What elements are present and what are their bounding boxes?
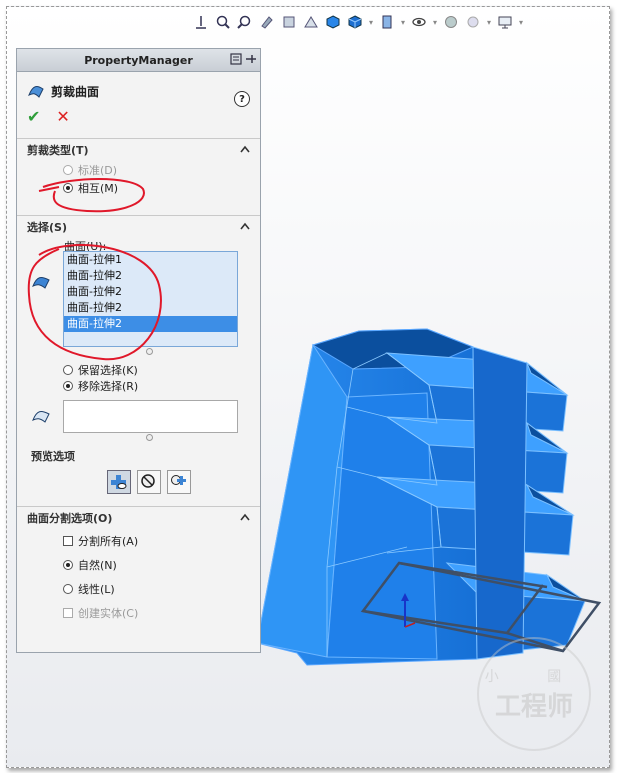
caret-down-icon[interactable]: ▾ bbox=[517, 12, 525, 32]
caret-down-icon[interactable]: ▾ bbox=[399, 12, 407, 32]
radio-mutual-label: 相互(M) bbox=[78, 182, 119, 195]
selection-header[interactable]: 选择(S) bbox=[17, 216, 260, 238]
help-icon[interactable]: ? bbox=[234, 91, 250, 107]
trim-type-header[interactable]: 剪裁类型(T) bbox=[17, 139, 260, 161]
zoom-to-area-icon[interactable] bbox=[235, 12, 255, 32]
window-frame: ▾ ▾ ▾ ▾ ▾ PropertyManager 剪裁曲面 ? ✔ ✕ 剪裁类… bbox=[6, 6, 610, 768]
view-cube-icon[interactable] bbox=[323, 12, 343, 32]
graphics-viewport[interactable]: ▾ ▾ ▾ ▾ ▾ PropertyManager 剪裁曲面 ? ✔ ✕ 剪裁类… bbox=[7, 7, 609, 767]
scene-icon[interactable] bbox=[463, 12, 483, 32]
previous-view-icon[interactable] bbox=[257, 12, 277, 32]
trim-surface-icon bbox=[28, 86, 44, 98]
radio-linear-label: 线性(L) bbox=[78, 583, 115, 596]
radio-remove-selection[interactable]: 移除选择(R) bbox=[63, 377, 138, 395]
list-item-selected[interactable]: 曲面-拉伸2 bbox=[64, 316, 237, 332]
split-options-header-label: 曲面分割选项(O) bbox=[27, 512, 113, 525]
property-manager-title: PropertyManager bbox=[17, 49, 260, 72]
trim-type-group: 剪裁类型(T) 标准(D) 相互(M) bbox=[17, 138, 260, 215]
caret-down-icon[interactable]: ▾ bbox=[367, 12, 375, 32]
radio-natural-button[interactable] bbox=[63, 560, 73, 570]
show-included-icon[interactable] bbox=[107, 470, 131, 494]
caret-down-icon[interactable]: ▾ bbox=[485, 12, 493, 32]
cancel-button[interactable]: ✕ bbox=[56, 107, 69, 126]
pieces-select-icon bbox=[32, 411, 50, 423]
radio-linear[interactable]: 线性(L) bbox=[17, 577, 260, 601]
split-options-group: 曲面分割选项(O) 分割所有(A) 自然(N) 线性(L) 创建实体(C) bbox=[17, 506, 260, 647]
radio-standard-button[interactable] bbox=[63, 165, 73, 175]
list-item[interactable]: 曲面-拉伸2 bbox=[64, 300, 237, 316]
radio-standard-label: 标准(D) bbox=[78, 164, 118, 177]
feature-header: 剪裁曲面 bbox=[17, 78, 260, 104]
dynamic-annotation-icon[interactable] bbox=[301, 12, 321, 32]
confirm-row: ✔ ✕ bbox=[17, 104, 260, 128]
selection-group: 选择(S) 曲面(U): 曲面-拉伸1 曲面-拉伸2 曲面-拉伸2 曲面-拉伸2… bbox=[17, 215, 260, 506]
preview-options-header: 预览选项 bbox=[31, 450, 75, 463]
split-all-checkbox[interactable]: 分割所有(A) bbox=[17, 529, 260, 553]
appearance-icon[interactable] bbox=[441, 12, 461, 32]
heads-up-toolbar: ▾ ▾ ▾ ▾ ▾ bbox=[191, 11, 525, 33]
radio-mutual-button[interactable] bbox=[63, 183, 73, 193]
caret-down-icon[interactable]: ▾ bbox=[431, 12, 439, 32]
radio-keep-label: 保留选择(K) bbox=[78, 364, 138, 377]
show-all-icon[interactable] bbox=[167, 470, 191, 494]
radio-standard[interactable]: 标准(D) bbox=[17, 161, 260, 179]
ok-button[interactable]: ✔ bbox=[27, 107, 40, 126]
radio-linear-button[interactable] bbox=[63, 584, 73, 594]
split-all-label: 分割所有(A) bbox=[78, 535, 139, 548]
create-solid-box[interactable] bbox=[63, 608, 73, 618]
radio-remove-button[interactable] bbox=[63, 381, 73, 391]
create-solid-checkbox[interactable]: 创建实体(C) bbox=[17, 601, 260, 625]
chevron-up-icon[interactable] bbox=[240, 145, 250, 153]
list-item[interactable]: 曲面-拉伸1 bbox=[64, 252, 237, 268]
list-item[interactable]: 曲面-拉伸2 bbox=[64, 268, 237, 284]
hide-show-items-icon[interactable] bbox=[377, 12, 397, 32]
selection-header-label: 选择(S) bbox=[27, 221, 67, 234]
list-item[interactable]: 曲面-拉伸2 bbox=[64, 284, 237, 300]
property-manager-title-text: PropertyManager bbox=[84, 53, 193, 67]
view-orientation-icon[interactable] bbox=[191, 12, 211, 32]
radio-keep-button[interactable] bbox=[63, 365, 73, 375]
trim-type-header-label: 剪裁类型(T) bbox=[27, 144, 89, 157]
surfaces-listbox[interactable]: 曲面-拉伸1 曲面-拉伸2 曲面-拉伸2 曲面-拉伸2 曲面-拉伸2 bbox=[63, 251, 238, 347]
split-all-box[interactable] bbox=[63, 536, 73, 546]
radio-natural[interactable]: 自然(N) bbox=[17, 553, 260, 577]
chevron-up-icon[interactable] bbox=[240, 222, 250, 230]
show-excluded-icon[interactable] bbox=[137, 470, 161, 494]
monitor-icon[interactable] bbox=[495, 12, 515, 32]
display-style-icon[interactable] bbox=[345, 12, 365, 32]
watermark-seal: 小 國 工程师 bbox=[477, 637, 591, 751]
radio-mutual[interactable]: 相互(M) bbox=[17, 179, 260, 197]
split-options-header[interactable]: 曲面分割选项(O) bbox=[17, 507, 260, 529]
preview-buttons bbox=[107, 470, 191, 494]
property-manager: PropertyManager 剪裁曲面 ? ✔ ✕ 剪裁类型(T) 标准(D)… bbox=[16, 48, 261, 653]
resize-handle[interactable] bbox=[146, 434, 153, 441]
pin-icon[interactable] bbox=[230, 52, 256, 66]
watermark-line-2: 工程师 bbox=[494, 691, 573, 722]
surface-select-icon bbox=[32, 277, 50, 289]
watermark-line-1: 小 國 bbox=[484, 668, 584, 685]
section-view-icon[interactable] bbox=[279, 12, 299, 32]
radio-natural-label: 自然(N) bbox=[78, 559, 117, 572]
feature-name: 剪裁曲面 bbox=[51, 84, 100, 99]
resize-handle[interactable] bbox=[146, 348, 153, 355]
pieces-listbox[interactable] bbox=[63, 400, 238, 433]
create-solid-label: 创建实体(C) bbox=[78, 607, 139, 620]
zoom-to-fit-icon[interactable] bbox=[213, 12, 233, 32]
view-eye-icon[interactable] bbox=[409, 12, 429, 32]
radio-remove-label: 移除选择(R) bbox=[78, 380, 139, 393]
chevron-up-icon[interactable] bbox=[240, 513, 250, 521]
